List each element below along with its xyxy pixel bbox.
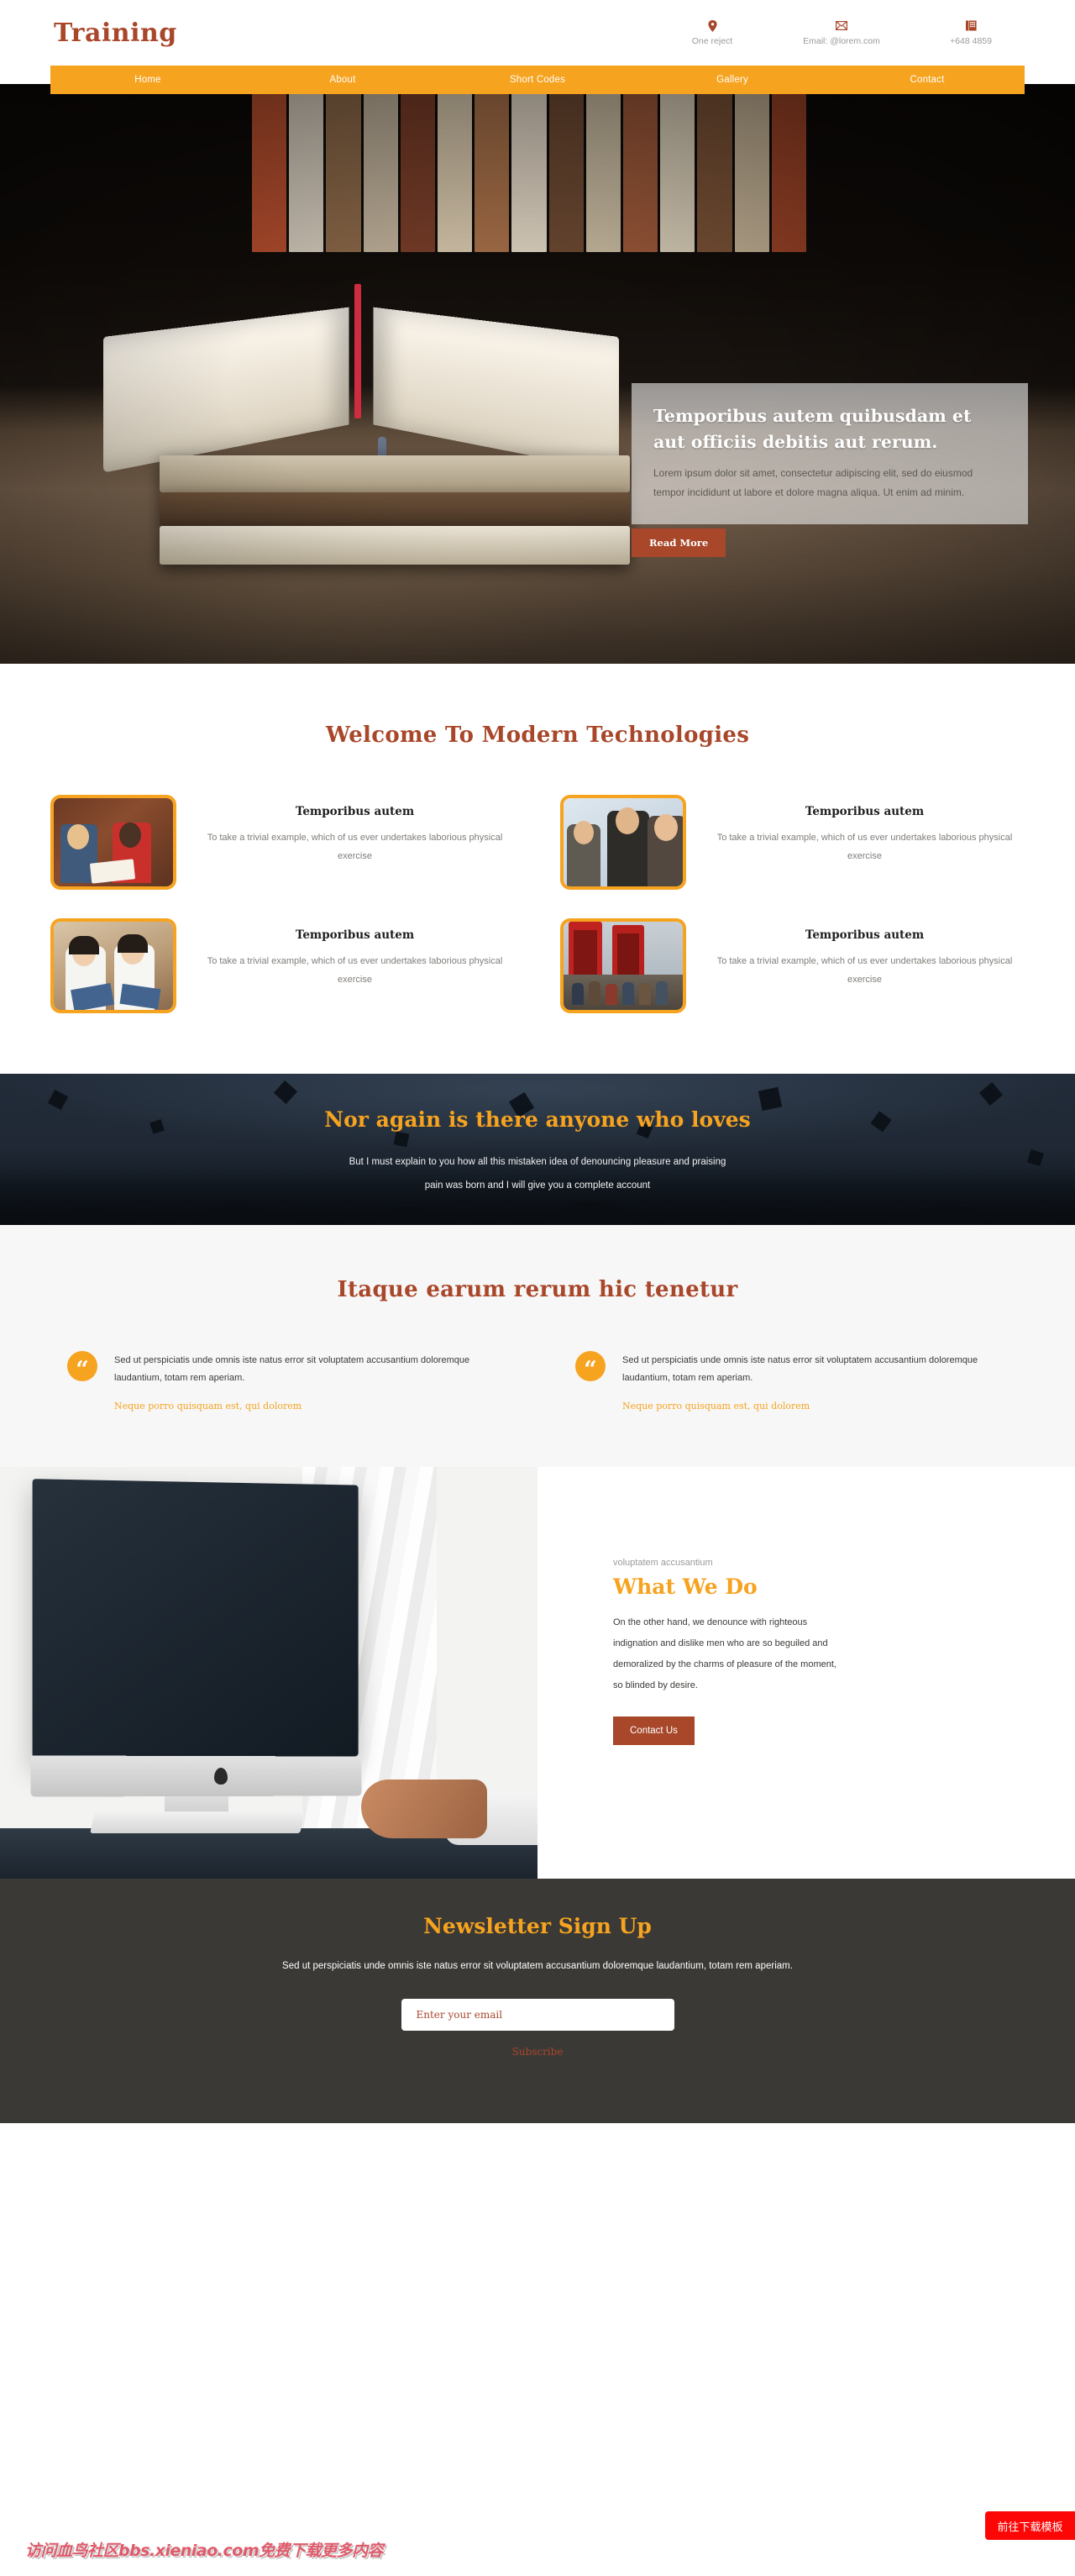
feature-thumbnail (560, 918, 686, 1013)
hero-vignette (0, 84, 1075, 664)
feature-card[interactable]: Temporibus autem To take a trivial examp… (50, 918, 515, 1013)
site-logo[interactable]: Training (50, 18, 177, 48)
quote-banner-section: Nor again is there anyone who loves But … (0, 1074, 1075, 1225)
nav-item-gallery[interactable]: Gallery (635, 75, 830, 85)
feature-grid: Temporibus autem To take a trivial examp… (50, 795, 1025, 1013)
hero-read-more-button[interactable]: Read More (632, 528, 726, 557)
testimonial-body: Sed ut perspiciatis unde omnis iste natu… (622, 1351, 1008, 1412)
feature-card[interactable]: Temporibus autem To take a trivial examp… (50, 795, 515, 890)
testimonial-author: Neque porro quisquam est, qui dolorem (114, 1401, 302, 1412)
envelope-icon (836, 20, 847, 32)
testimonial-author: Neque porro quisquam est, qui dolorem (622, 1401, 810, 1412)
site-header: Training One reject Email: @lorem.com +6… (0, 0, 1075, 66)
contact-location-label: One reject (691, 35, 733, 46)
feature-thumbnail (560, 795, 686, 890)
welcome-section: Welcome To Modern Technologies Temporibu… (0, 664, 1075, 1074)
quote-mark-icon: “ (575, 1351, 606, 1381)
what-we-do-section: voluptatem accusantium What We Do On the… (0, 1467, 1075, 1879)
location-pin-icon (707, 19, 717, 32)
nav-item-about[interactable]: About (245, 75, 440, 85)
newsletter-form: Subscribe (0, 1999, 1075, 2058)
newsletter-title: Newsletter Sign Up (423, 1914, 652, 1938)
header-inner: Training One reject Email: @lorem.com +6… (50, 0, 1025, 66)
testimonials-section: Itaque earum rerum hic tenetur “ Sed ut … (0, 1225, 1075, 1467)
banner-title: Nor again is there anyone who loves (324, 1107, 751, 1132)
contact-email-label: Email: @lorem.com (803, 35, 880, 46)
feature-text: To take a trivial example, which of us e… (716, 833, 1013, 861)
feature-body: Temporibus autem To take a trivial examp… (705, 918, 1025, 989)
feature-title: Temporibus autem (295, 928, 415, 942)
feature-card[interactable]: Temporibus autem To take a trivial examp… (560, 918, 1025, 1013)
welcome-title: Welcome To Modern Technologies (325, 723, 750, 748)
contact-email[interactable]: Email: @lorem.com (803, 20, 880, 46)
nav-item-contact[interactable]: Contact (830, 75, 1025, 85)
testimonials-title: Itaque earum rerum hic tenetur (337, 1277, 738, 1302)
feature-body: Temporibus autem To take a trivial examp… (705, 795, 1025, 865)
what-we-do-image (0, 1467, 538, 1879)
testimonial-text: Sed ut perspiciatis unde omnis iste natu… (114, 1355, 470, 1383)
feature-thumbnail (50, 795, 176, 890)
header-contact-strip: One reject Email: @lorem.com +648 4859 (674, 19, 1025, 46)
what-we-do-eyebrow: voluptatem accusantium (613, 1558, 713, 1568)
email-input[interactable] (401, 1999, 674, 2031)
contact-phone-label: +648 4859 (950, 35, 992, 46)
telephone-icon (965, 20, 977, 32)
feature-body: Temporibus autem To take a trivial examp… (195, 918, 515, 989)
download-template-button[interactable]: 前往下载模板 (985, 2511, 1075, 2540)
testimonial-body: Sed ut perspiciatis unde omnis iste natu… (114, 1351, 500, 1412)
feature-text: To take a trivial example, which of us e… (716, 956, 1013, 985)
feature-text: To take a trivial example, which of us e… (207, 833, 503, 861)
banner-line-2: pain was born and I will give you a comp… (424, 1180, 651, 1191)
newsletter-section: Newsletter Sign Up Sed ut perspiciatis u… (0, 1879, 1075, 2123)
nav-item-short-codes[interactable]: Short Codes (440, 75, 635, 85)
quote-mark-icon: “ (67, 1351, 97, 1381)
subscribe-link[interactable]: Subscribe (512, 2046, 564, 2058)
testimonials-grid: “ Sed ut perspiciatis unde omnis iste na… (67, 1351, 1008, 1412)
banner-content: Nor again is there anyone who loves But … (0, 1074, 1075, 1197)
desk-scene (0, 1467, 538, 1879)
contact-us-button[interactable]: Contact Us (613, 1716, 695, 1745)
what-we-do-title: What We Do (613, 1575, 758, 1599)
feature-title: Temporibus autem (295, 805, 415, 818)
hero-section: Temporibus autem quibusdam et aut offici… (0, 84, 1075, 664)
contact-location[interactable]: One reject (674, 19, 751, 46)
testimonial-text: Sed ut perspiciatis unde omnis iste natu… (622, 1355, 978, 1383)
site-watermark: 访问血鸟社区bbs.xieniao.com免费下载更多内容 (25, 2542, 384, 2560)
hero-caption-box: Temporibus autem quibusdam et aut offici… (632, 383, 1028, 524)
feature-thumbnail (50, 918, 176, 1013)
feature-text: To take a trivial example, which of us e… (207, 956, 503, 985)
nav-item-home[interactable]: Home (50, 75, 245, 85)
feature-card[interactable]: Temporibus autem To take a trivial examp… (560, 795, 1025, 890)
what-we-do-text: On the other hand, we denounce with righ… (613, 1617, 836, 1690)
main-navigation: Home About Short Codes Gallery Contact (50, 66, 1025, 94)
hero-title: Temporibus autem quibusdam et aut offici… (653, 406, 972, 452)
newsletter-text: Sed ut perspiciatis unde omnis iste natu… (282, 1961, 793, 1971)
apple-logo-icon (214, 1768, 228, 1785)
feature-title: Temporibus autem (805, 805, 925, 818)
feature-body: Temporibus autem To take a trivial examp… (195, 795, 515, 865)
testimonial-item: “ Sed ut perspiciatis unde omnis iste na… (67, 1351, 500, 1412)
hero-background-image (0, 84, 1075, 664)
feature-title: Temporibus autem (805, 928, 925, 942)
what-we-do-content: voluptatem accusantium What We Do On the… (538, 1467, 1075, 1879)
banner-line-1: But I must explain to you how all this m… (349, 1157, 726, 1167)
hero-description: Lorem ipsum dolor sit amet, consectetur … (653, 467, 973, 498)
contact-phone[interactable]: +648 4859 (932, 20, 1009, 46)
testimonial-item: “ Sed ut perspiciatis unde omnis iste na… (575, 1351, 1008, 1412)
